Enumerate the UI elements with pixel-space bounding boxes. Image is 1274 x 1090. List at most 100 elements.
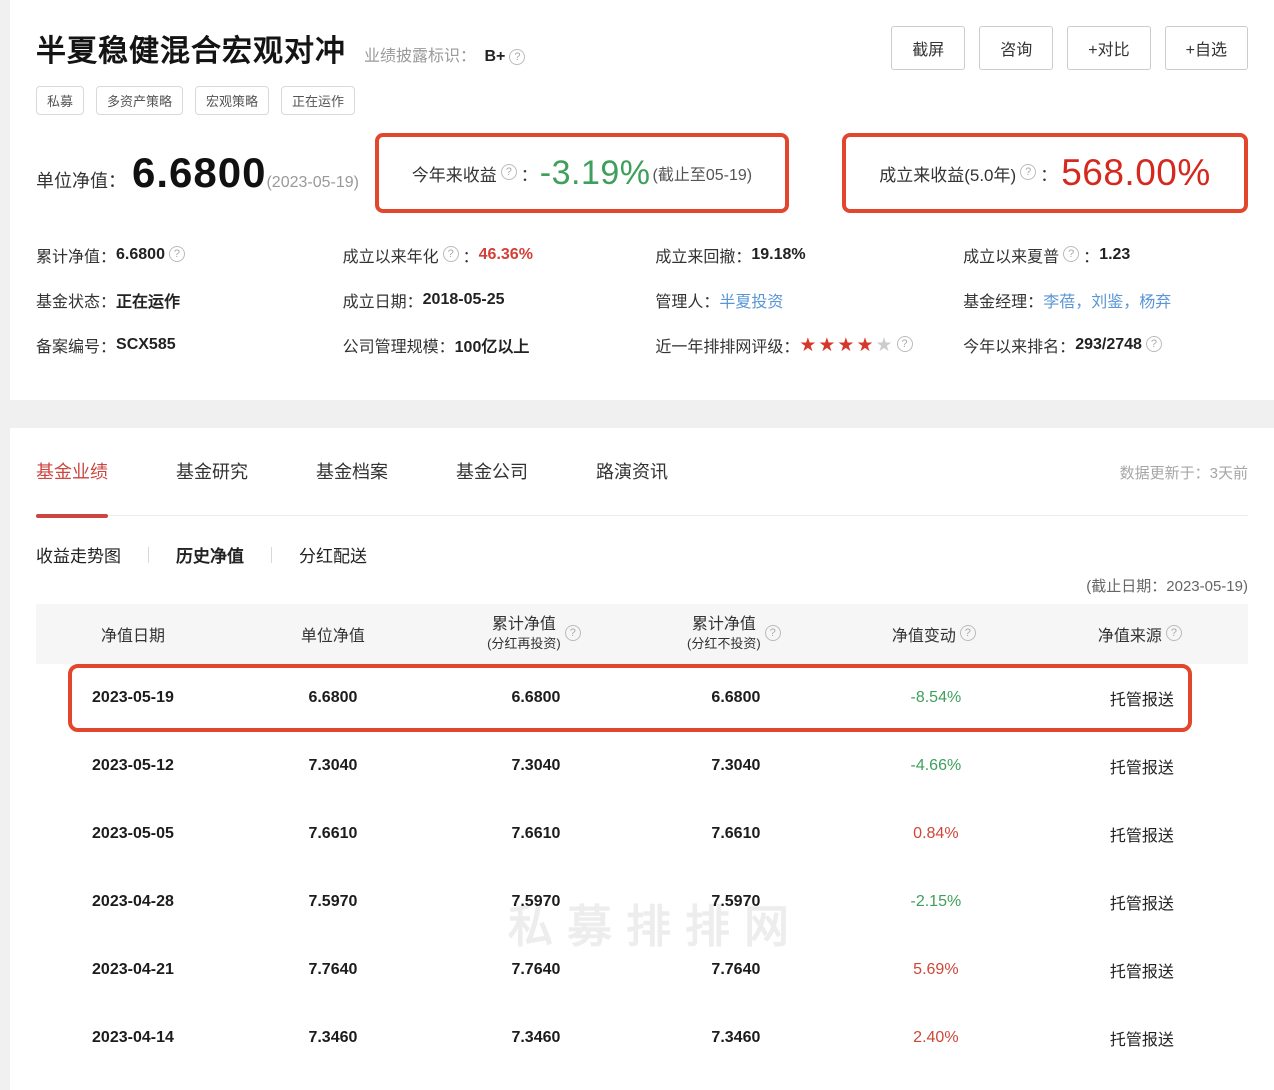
data-updated-note: 数据更新于：3天前 bbox=[1120, 446, 1248, 483]
cell-nav-date: 2023-05-05 bbox=[36, 825, 230, 843]
stat-cumulative-nav: 累计净值： 6.6800 bbox=[36, 243, 343, 267]
cell-nav-source: 托管报送 bbox=[1036, 1026, 1248, 1050]
main-tabbar: 基金业绩 基金研究 基金档案 基金公司 路演资讯 数据更新于：3天前 bbox=[36, 446, 1248, 516]
cell-cum-nav-reinvest: 7.6610 bbox=[436, 825, 636, 843]
help-icon[interactable] bbox=[509, 49, 525, 65]
tab-fund-company[interactable]: 基金公司 bbox=[456, 446, 528, 496]
table-row: 2023-04-14 7.3460 7.3460 7.3460 2.40% 托管… bbox=[36, 1004, 1248, 1072]
since-inception-return-annotation-box: 成立来收益(5.0年) ： 568.00% bbox=[842, 133, 1248, 213]
consult-button[interactable]: 咨询 bbox=[979, 26, 1053, 70]
add-compare-button[interactable]: +对比 bbox=[1067, 26, 1150, 70]
cell-nav-change: -2.15% bbox=[836, 893, 1036, 911]
subtab-divider bbox=[271, 547, 272, 563]
help-icon[interactable] bbox=[1020, 164, 1036, 180]
cell-nav-change: -4.66% bbox=[836, 757, 1036, 775]
stat-company-aum: 公司管理规模： 100亿以上 bbox=[343, 333, 656, 357]
help-icon[interactable] bbox=[169, 246, 185, 262]
help-icon[interactable] bbox=[443, 246, 459, 262]
help-icon[interactable] bbox=[501, 164, 517, 180]
ytd-return-label: 今年来收益 bbox=[412, 161, 497, 186]
cell-unit-nav: 7.5970 bbox=[230, 893, 436, 911]
add-watchlist-button[interactable]: +自选 bbox=[1165, 26, 1248, 70]
table-row: 2023-04-28 7.5970 7.5970 7.5970 -2.15% 托… bbox=[36, 868, 1248, 936]
star-rating-empty-icon: ★ bbox=[875, 334, 892, 357]
header-nav-date: 净值日期 bbox=[36, 622, 230, 646]
stat-ytd-ranking: 今年以来排名： 293/2748 bbox=[963, 333, 1248, 357]
tab-roadshow-info[interactable]: 路演资讯 bbox=[596, 446, 668, 496]
cell-cum-nav-noreinvest: 7.6610 bbox=[636, 825, 836, 843]
action-buttons: 截屏 咨询 +对比 +自选 bbox=[891, 26, 1248, 70]
table-cutoff-date: (截止日期：2023-05-19) bbox=[36, 575, 1248, 596]
stat-annualized-return: 成立以来年化 ： 46.36% bbox=[343, 243, 656, 267]
unit-nav: 单位净值： 6.6800 (2023-05-19) bbox=[36, 149, 359, 197]
cell-unit-nav: 7.3460 bbox=[230, 1029, 436, 1047]
cell-nav-source: 托管报送 bbox=[1036, 754, 1248, 778]
cell-cum-nav-reinvest: 7.5970 bbox=[436, 893, 636, 911]
help-icon[interactable] bbox=[565, 625, 581, 641]
fund-detail-card: 基金业绩 基金研究 基金档案 基金公司 路演资讯 数据更新于：3天前 收益走势图… bbox=[10, 428, 1274, 1090]
section-divider bbox=[0, 400, 1274, 428]
help-icon[interactable] bbox=[1146, 336, 1162, 352]
tab-fund-archive[interactable]: 基金档案 bbox=[316, 446, 388, 496]
unit-nav-label: 单位净值： bbox=[36, 167, 126, 193]
cell-unit-nav: 7.7640 bbox=[230, 961, 436, 979]
stat-registration-number: 备案编号： SCX585 bbox=[36, 333, 343, 357]
cell-cum-nav-reinvest: 7.3460 bbox=[436, 1029, 636, 1047]
tag-macro-strategy: 宏观策略 bbox=[195, 86, 269, 115]
manager-company-link[interactable]: 半夏投资 bbox=[719, 288, 783, 312]
ytd-return-value: -3.19% bbox=[540, 154, 651, 193]
fund-title: 半夏稳健混合宏观对冲 bbox=[36, 26, 346, 70]
since-inception-return-label: 成立来收益(5.0年) bbox=[879, 161, 1016, 186]
subtab-historical-nav[interactable]: 历史净值 bbox=[176, 542, 244, 567]
table-header-row: 净值日期 单位净值 累计净值 (分红再投资) 累计净值 (分红不投资) 净值变动 bbox=[36, 604, 1248, 664]
star-rating-filled-icons: ★★★★ bbox=[799, 334, 875, 357]
tab-fund-performance[interactable]: 基金业绩 bbox=[36, 446, 108, 496]
historical-nav-table: 净值日期 单位净值 累计净值 (分红再投资) 累计净值 (分红不投资) 净值变动 bbox=[36, 604, 1248, 1072]
header-cum-nav-noreinvest: 累计净值 (分红不投资) bbox=[636, 615, 836, 653]
tag-multi-asset-strategy: 多资产策略 bbox=[96, 86, 183, 115]
stat-fund-status: 基金状态： 正在运作 bbox=[36, 288, 343, 312]
cell-cum-nav-reinvest: 7.3040 bbox=[436, 757, 636, 775]
subtab-dividends[interactable]: 分红配送 bbox=[299, 542, 367, 567]
unit-nav-value: 6.6800 bbox=[132, 149, 266, 197]
stat-fund-manager-company: 管理人： 半夏投资 bbox=[655, 288, 963, 312]
cell-cum-nav-reinvest: 7.7640 bbox=[436, 961, 636, 979]
disclosure-label: 业绩披露标识： B+ bbox=[364, 42, 505, 66]
help-icon[interactable] bbox=[897, 336, 913, 352]
fund-stats-grid: 累计净值： 6.6800 成立以来年化 ： 46.36% 成立来回撤： 19.1… bbox=[36, 243, 1248, 357]
since-inception-return-value: 568.00% bbox=[1061, 152, 1211, 194]
cell-nav-source: 托管报送 bbox=[1036, 890, 1248, 914]
table-row: 2023-05-19 6.6800 6.6800 6.6800 -8.54% 托… bbox=[36, 664, 1248, 732]
table-row: 2023-04-21 7.7640 7.7640 7.7640 5.69% 托管… bbox=[36, 936, 1248, 1004]
cell-nav-date: 2023-04-28 bbox=[36, 893, 230, 911]
cell-nav-change: 2.40% bbox=[836, 1029, 1036, 1047]
cell-nav-date: 2023-04-14 bbox=[36, 1029, 230, 1047]
fund-tags: 私募 多资产策略 宏观策略 正在运作 bbox=[36, 86, 1248, 115]
help-icon[interactable] bbox=[960, 625, 976, 641]
stat-max-drawdown: 成立来回撤： 19.18% bbox=[655, 243, 963, 267]
help-icon[interactable] bbox=[1063, 246, 1079, 262]
cell-nav-source: 托管报送 bbox=[1036, 686, 1248, 710]
fund-managers-links[interactable]: 李蓓，刘鉴，杨弃 bbox=[1043, 288, 1171, 312]
disclosure-grade: B+ bbox=[484, 48, 505, 65]
screenshot-button[interactable]: 截屏 bbox=[891, 26, 965, 70]
table-row: 2023-05-12 7.3040 7.3040 7.3040 -4.66% 托… bbox=[36, 732, 1248, 800]
header-unit-nav: 单位净值 bbox=[230, 622, 436, 646]
help-icon[interactable] bbox=[1166, 625, 1182, 641]
ytd-return-cutoff: (截止至05-19) bbox=[653, 161, 753, 185]
header-nav-change: 净值变动 bbox=[836, 622, 1036, 646]
cell-cum-nav-noreinvest: 7.3040 bbox=[636, 757, 836, 775]
cell-nav-change: 0.84% bbox=[836, 825, 1036, 843]
unit-nav-date: (2023-05-19) bbox=[266, 174, 359, 192]
help-icon[interactable] bbox=[765, 625, 781, 641]
cell-nav-source: 托管报送 bbox=[1036, 958, 1248, 982]
ytd-return-annotation-box: 今年来收益 ： -3.19% (截止至05-19) bbox=[375, 133, 789, 213]
tag-operating-status: 正在运作 bbox=[281, 86, 355, 115]
subtab-return-chart[interactable]: 收益走势图 bbox=[36, 542, 121, 567]
header-nav-source: 净值来源 bbox=[1036, 622, 1248, 646]
cell-nav-source: 托管报送 bbox=[1036, 822, 1248, 846]
subtab-divider bbox=[148, 547, 149, 563]
cell-nav-date: 2023-05-19 bbox=[36, 689, 230, 707]
cell-unit-nav: 7.6610 bbox=[230, 825, 436, 843]
tab-fund-research[interactable]: 基金研究 bbox=[176, 446, 248, 496]
